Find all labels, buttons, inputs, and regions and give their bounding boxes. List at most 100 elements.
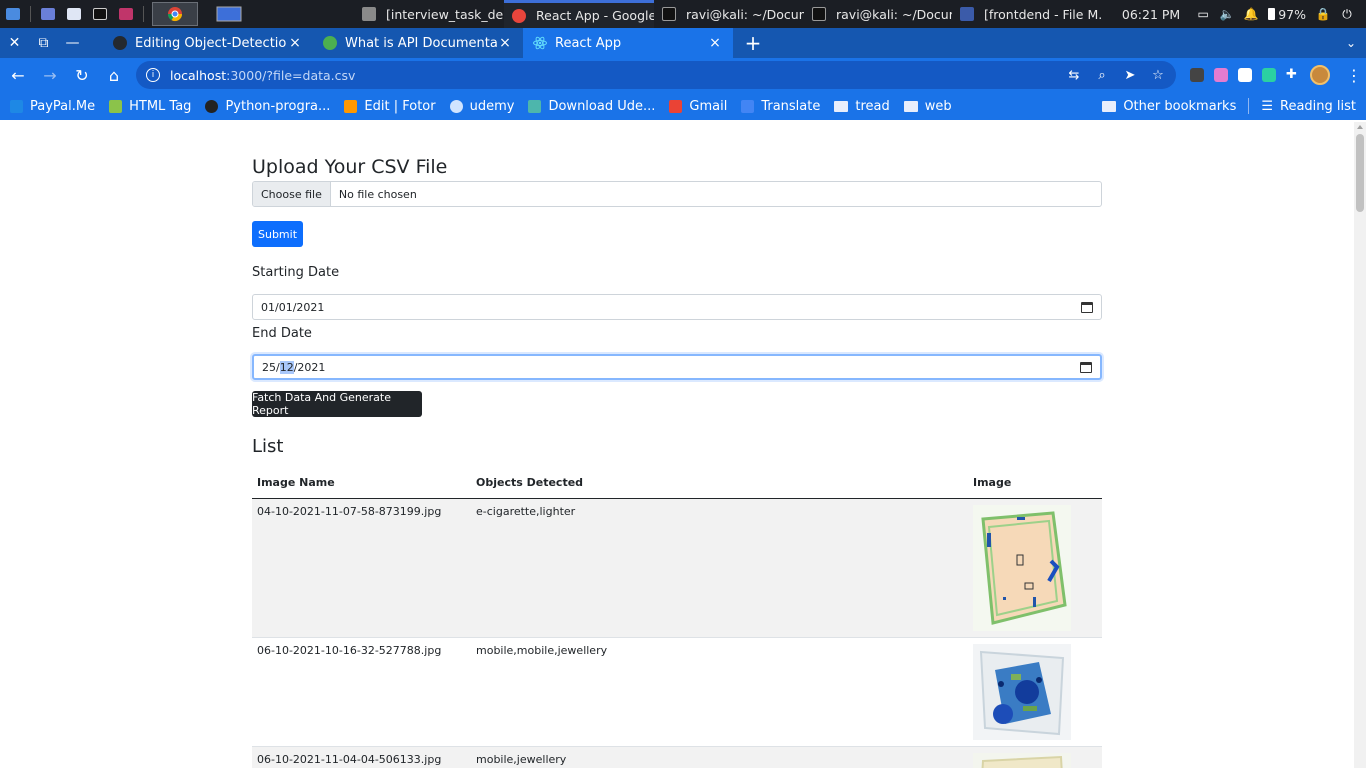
bookmark-item[interactable]: Gmail — [669, 99, 727, 114]
calendar-icon[interactable] — [1081, 301, 1093, 313]
lock-icon[interactable]: 🔒 — [1316, 7, 1331, 21]
workspace-1[interactable] — [152, 2, 198, 26]
tab-title: Editing Object-Detection/ — [135, 35, 287, 51]
submit-button[interactable]: Submit — [252, 221, 303, 247]
choose-file-button[interactable]: Choose file — [253, 182, 331, 206]
bookmark-item[interactable]: HTML Tag — [109, 99, 191, 114]
bookmark-label: udemy — [469, 98, 515, 114]
end-date-input[interactable]: 25/12/2021 — [252, 354, 1102, 380]
home-icon[interactable]: ⌂ — [100, 61, 128, 89]
menu-kebab-icon[interactable]: ⋮ — [1346, 66, 1362, 85]
desktop-icon[interactable] — [35, 0, 61, 28]
end-date-day: 25/ — [262, 360, 280, 374]
url-host: localhost — [170, 67, 227, 83]
bookmark-item[interactable]: Download Ude... — [528, 99, 655, 114]
scrollbar-thumb[interactable] — [1356, 134, 1364, 212]
new-tab-button[interactable]: + — [739, 28, 767, 58]
image-name-cell: 04-10-2021-11-07-58-873199.jpg — [252, 498, 471, 638]
power-icon[interactable]: ⏻ — [1340, 7, 1354, 21]
tab-close-icon[interactable]: × — [497, 35, 513, 51]
minimize-window-icon[interactable]: — — [58, 28, 87, 58]
start-date-input[interactable]: 01/01/2021 — [252, 294, 1102, 320]
taskbar-task-list: [interview_task_de... React App - Google… — [354, 0, 1102, 28]
battery-level: 97% — [1278, 6, 1306, 22]
profile-avatar[interactable] — [1310, 65, 1330, 85]
reading-list-icon: ☰ — [1261, 98, 1273, 114]
udemy-icon — [449, 99, 463, 113]
upload-title: Upload Your CSV File — [252, 156, 448, 178]
url-text[interactable]: localhost:3000/?file=data.csv — [170, 68, 1066, 83]
start-date-value: 01/01/2021 — [261, 300, 325, 314]
image-name-cell: 06-10-2021-11-04-04-506133.jpg — [252, 746, 471, 768]
csv-file-input[interactable]: Choose file No file chosen — [252, 181, 1102, 207]
back-arrow-icon[interactable]: ← — [4, 61, 32, 89]
column-header: Image — [968, 472, 1102, 499]
files-icon[interactable] — [61, 0, 87, 28]
notification-bell-icon[interactable]: 🔔 — [1244, 7, 1259, 21]
fotor-icon — [344, 99, 358, 113]
close-window-icon[interactable]: ✕ — [0, 28, 29, 58]
bookmark-item[interactable]: Translate — [741, 99, 820, 114]
bookmark-label: web — [924, 98, 952, 114]
fetch-report-button[interactable]: Fatch Data And Generate Report — [252, 391, 422, 417]
folder-icon — [960, 7, 974, 21]
bookmark-label: tread — [855, 98, 890, 114]
other-bookmarks[interactable]: Other bookmarks — [1102, 99, 1236, 114]
bookmark-item[interactable]: udemy — [449, 98, 515, 114]
battery-indicator[interactable]: 97% — [1268, 7, 1306, 22]
browser-tab-active[interactable]: React App × — [523, 28, 733, 58]
reading-list[interactable]: ☰ Reading list — [1261, 99, 1356, 114]
kali-menu-icon[interactable] — [0, 0, 26, 28]
zoom-icon[interactable]: ⌕ — [1094, 68, 1110, 83]
browser-tab-strip: ✕ ⧉ — Editing Object-Detection/ × What i… — [0, 28, 1366, 58]
workspace-2[interactable] — [206, 2, 252, 26]
extension-icon[interactable] — [1262, 68, 1276, 82]
terminal-icon[interactable] — [87, 0, 113, 28]
table-header-row: Image Name Objects Detected Image — [252, 472, 1102, 499]
end-date-month-selected: 12 — [279, 360, 294, 374]
bookmark-folder[interactable]: tread — [834, 98, 890, 114]
taskbar-task[interactable]: [interview_task_de... — [354, 0, 504, 28]
bookmark-item[interactable]: Python-progra... — [205, 99, 330, 114]
github-icon — [113, 36, 127, 50]
screenshot-icon[interactable] — [113, 0, 139, 28]
tab-close-icon[interactable]: × — [707, 35, 723, 51]
bookmark-item[interactable]: Edit | Fotor — [344, 99, 436, 114]
puzzle-icon[interactable]: ✚ — [1286, 68, 1300, 82]
taskbar-task[interactable]: ravi@kali: ~/Docum... — [654, 0, 804, 28]
reload-icon[interactable]: ↻ — [68, 61, 96, 89]
browser-tab[interactable]: Editing Object-Detection/ × — [103, 28, 313, 58]
site-info-icon[interactable]: i — [146, 68, 160, 82]
taskbar-task[interactable]: ravi@kali: ~/Docum... — [804, 0, 952, 28]
extension-icon[interactable] — [1190, 68, 1204, 82]
clock[interactable]: 06:21 PM — [1122, 7, 1180, 22]
taskbar-task[interactable]: [frontdend - File M... — [952, 0, 1102, 28]
tab-close-icon[interactable]: × — [287, 35, 303, 51]
bookmark-star-icon[interactable]: ☆ — [1150, 68, 1166, 83]
taskbar-task-label: [frontdend - File M... — [984, 6, 1102, 22]
taskbar-task-active[interactable]: React App - Google... — [504, 0, 654, 28]
tab-search-icon[interactable]: ⌄ — [1346, 28, 1356, 58]
page-scrollbar[interactable] — [1354, 122, 1366, 768]
forward-arrow-icon[interactable]: → — [36, 61, 64, 89]
bookmark-label: Download Ude... — [548, 98, 656, 114]
translate-icon[interactable]: ⇆ — [1066, 68, 1082, 83]
browser-tab[interactable]: What is API Documentatio × — [313, 28, 523, 58]
extension-icon[interactable] — [1214, 68, 1228, 82]
extension-icon[interactable] — [1238, 68, 1252, 82]
bookmark-folder[interactable]: web — [903, 98, 952, 114]
taskbar-task-label: ravi@kali: ~/Docum... — [686, 6, 804, 22]
scroll-up-arrow-icon[interactable] — [1357, 125, 1363, 129]
react-icon — [533, 36, 547, 50]
page-viewport: Upload Your CSV File Choose file No file… — [0, 122, 1354, 768]
display-icon[interactable]: ▭ — [1196, 7, 1210, 21]
os-taskbar: [interview_task_de... React App - Google… — [0, 0, 1366, 28]
send-icon[interactable]: ➤ — [1122, 68, 1138, 83]
calendar-icon[interactable] — [1080, 361, 1092, 373]
table-row: 06-10-2021-10-16-32-527788.jpg mobile,mo… — [252, 637, 1102, 747]
restore-window-icon[interactable]: ⧉ — [29, 28, 58, 58]
image-cell — [968, 637, 1102, 747]
volume-icon[interactable]: 🔈 — [1220, 7, 1235, 21]
bookmark-item[interactable]: PayPal.Me — [10, 99, 95, 114]
address-bar[interactable]: i localhost:3000/?file=data.csv ⇆ ⌕ ➤ ☆ — [136, 61, 1176, 89]
